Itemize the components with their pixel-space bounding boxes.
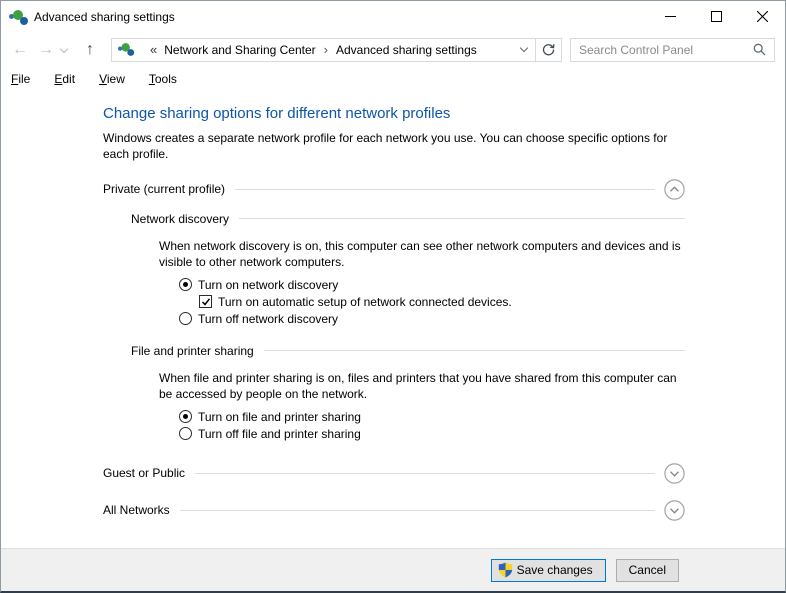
main-content: Change sharing options for different net… — [1, 91, 785, 548]
cancel-label: Cancel — [628, 563, 666, 577]
radio-unselected-icon — [179, 427, 192, 441]
address-bar: « Network and Sharing Center › Advanced … — [111, 37, 562, 62]
save-changes-label: Save changes — [516, 563, 593, 577]
network-sharing-icon — [118, 42, 135, 56]
save-changes-button[interactable]: Save changes — [490, 558, 606, 582]
address-dropdown-button[interactable] — [513, 39, 535, 61]
radio-unselected-icon — [179, 312, 192, 326]
checkbox-automatic-setup[interactable]: Turn on automatic setup of network conne… — [199, 295, 785, 309]
forward-icon: → — [38, 40, 54, 58]
window-title: Advanced sharing settings — [34, 10, 175, 24]
page-description: Windows creates a separate network profi… — [103, 131, 668, 161]
advanced-sharing-settings-window: Advanced sharing settings ← → ↑ « Networ… — [0, 0, 786, 593]
footer: Save changes Cancel — [1, 548, 785, 591]
section-private: Private (current profile) — [103, 178, 685, 200]
subsection-network-discovery: Network discovery — [131, 212, 685, 226]
maximize-icon — [710, 11, 722, 22]
window-controls — [647, 1, 785, 33]
expand-guest-button[interactable] — [664, 463, 685, 484]
menu-bar: File Edit View Tools — [1, 66, 785, 91]
section-guest-or-public: Guest or Public — [103, 463, 685, 484]
checkbox-label: Turn on automatic setup of network conne… — [218, 294, 512, 309]
close-icon — [756, 11, 768, 22]
radio-label: Turn on file and printer sharing — [198, 409, 361, 424]
guest-title: Guest or Public — [103, 466, 186, 481]
history-dropdown-button[interactable] — [59, 43, 73, 57]
breadcrumb: « Network and Sharing Center › Advanced … — [112, 39, 513, 61]
all-networks-title: All Networks — [103, 503, 170, 518]
divider — [195, 472, 655, 474]
breadcrumb-separator-icon: › — [323, 42, 328, 57]
menu-file[interactable]: File — [11, 72, 30, 86]
search-box — [570, 37, 775, 62]
chevron-down-icon — [519, 43, 529, 53]
network-sharing-icon — [9, 9, 28, 26]
network-discovery-title: Network discovery — [131, 211, 230, 226]
section-private-title: Private (current profile) — [103, 182, 226, 197]
up-icon: ↑ — [86, 40, 94, 58]
network-discovery-options: Turn on network discovery Turn on automa… — [179, 278, 785, 326]
section-all-networks: All Networks — [103, 500, 685, 521]
search-input[interactable] — [579, 42, 753, 57]
minimize-button[interactable] — [647, 1, 693, 32]
divider — [263, 350, 685, 352]
file-printer-options: Turn on file and printer sharing Turn of… — [179, 410, 785, 441]
radio-turn-off-file-printer-sharing[interactable]: Turn off file and printer sharing — [179, 427, 785, 441]
breadcrumb-item-advanced-sharing-settings[interactable]: Advanced sharing settings — [336, 43, 477, 57]
back-icon: ← — [12, 40, 28, 58]
up-button[interactable]: ↑ — [77, 40, 103, 58]
radio-label: Turn off network discovery — [198, 311, 339, 326]
cancel-button[interactable]: Cancel — [615, 558, 679, 582]
menu-edit[interactable]: Edit — [54, 72, 75, 86]
radio-selected-icon — [179, 278, 192, 292]
navigation-bar: ← → ↑ « Network and Sharing Center › Adv… — [1, 33, 785, 66]
radio-label: Turn on network discovery — [198, 277, 339, 292]
refresh-icon — [542, 44, 555, 56]
forward-button[interactable]: → — [33, 40, 59, 58]
menu-view[interactable]: View — [99, 72, 125, 86]
checkbox-checked-icon — [199, 295, 212, 309]
radio-turn-on-network-discovery[interactable]: Turn on network discovery — [179, 278, 785, 292]
subsection-file-printer-sharing: File and printer sharing — [131, 344, 685, 358]
uac-shield-icon — [498, 562, 512, 578]
close-button[interactable] — [739, 1, 785, 32]
collapse-private-button[interactable] — [664, 178, 685, 200]
radio-selected-icon — [179, 410, 192, 424]
divider — [239, 218, 685, 220]
expand-all-networks-button[interactable] — [664, 500, 685, 521]
refresh-button[interactable] — [535, 38, 561, 61]
breadcrumb-item-network-sharing-center[interactable]: Network and Sharing Center — [164, 43, 315, 57]
breadcrumb-overflow-icon[interactable]: « — [150, 42, 157, 57]
network-discovery-description: When network discovery is on, this compu… — [159, 238, 681, 269]
radio-turn-on-file-printer-sharing[interactable]: Turn on file and printer sharing — [179, 410, 785, 424]
divider — [179, 509, 655, 511]
titlebar: Advanced sharing settings — [1, 1, 785, 33]
divider — [235, 188, 655, 190]
search-icon[interactable] — [753, 43, 766, 56]
back-button[interactable]: ← — [7, 40, 33, 58]
minimize-icon — [664, 16, 676, 17]
page-title: Change sharing options for different net… — [103, 105, 451, 122]
file-printer-description: When file and printer sharing is on, fil… — [159, 370, 677, 401]
menu-tools[interactable]: Tools — [149, 72, 177, 86]
chevron-down-icon — [59, 44, 69, 53]
maximize-button[interactable] — [693, 1, 739, 32]
radio-label: Turn off file and printer sharing — [198, 426, 361, 441]
file-printer-title: File and printer sharing — [131, 343, 254, 358]
radio-turn-off-network-discovery[interactable]: Turn off network discovery — [179, 312, 785, 326]
